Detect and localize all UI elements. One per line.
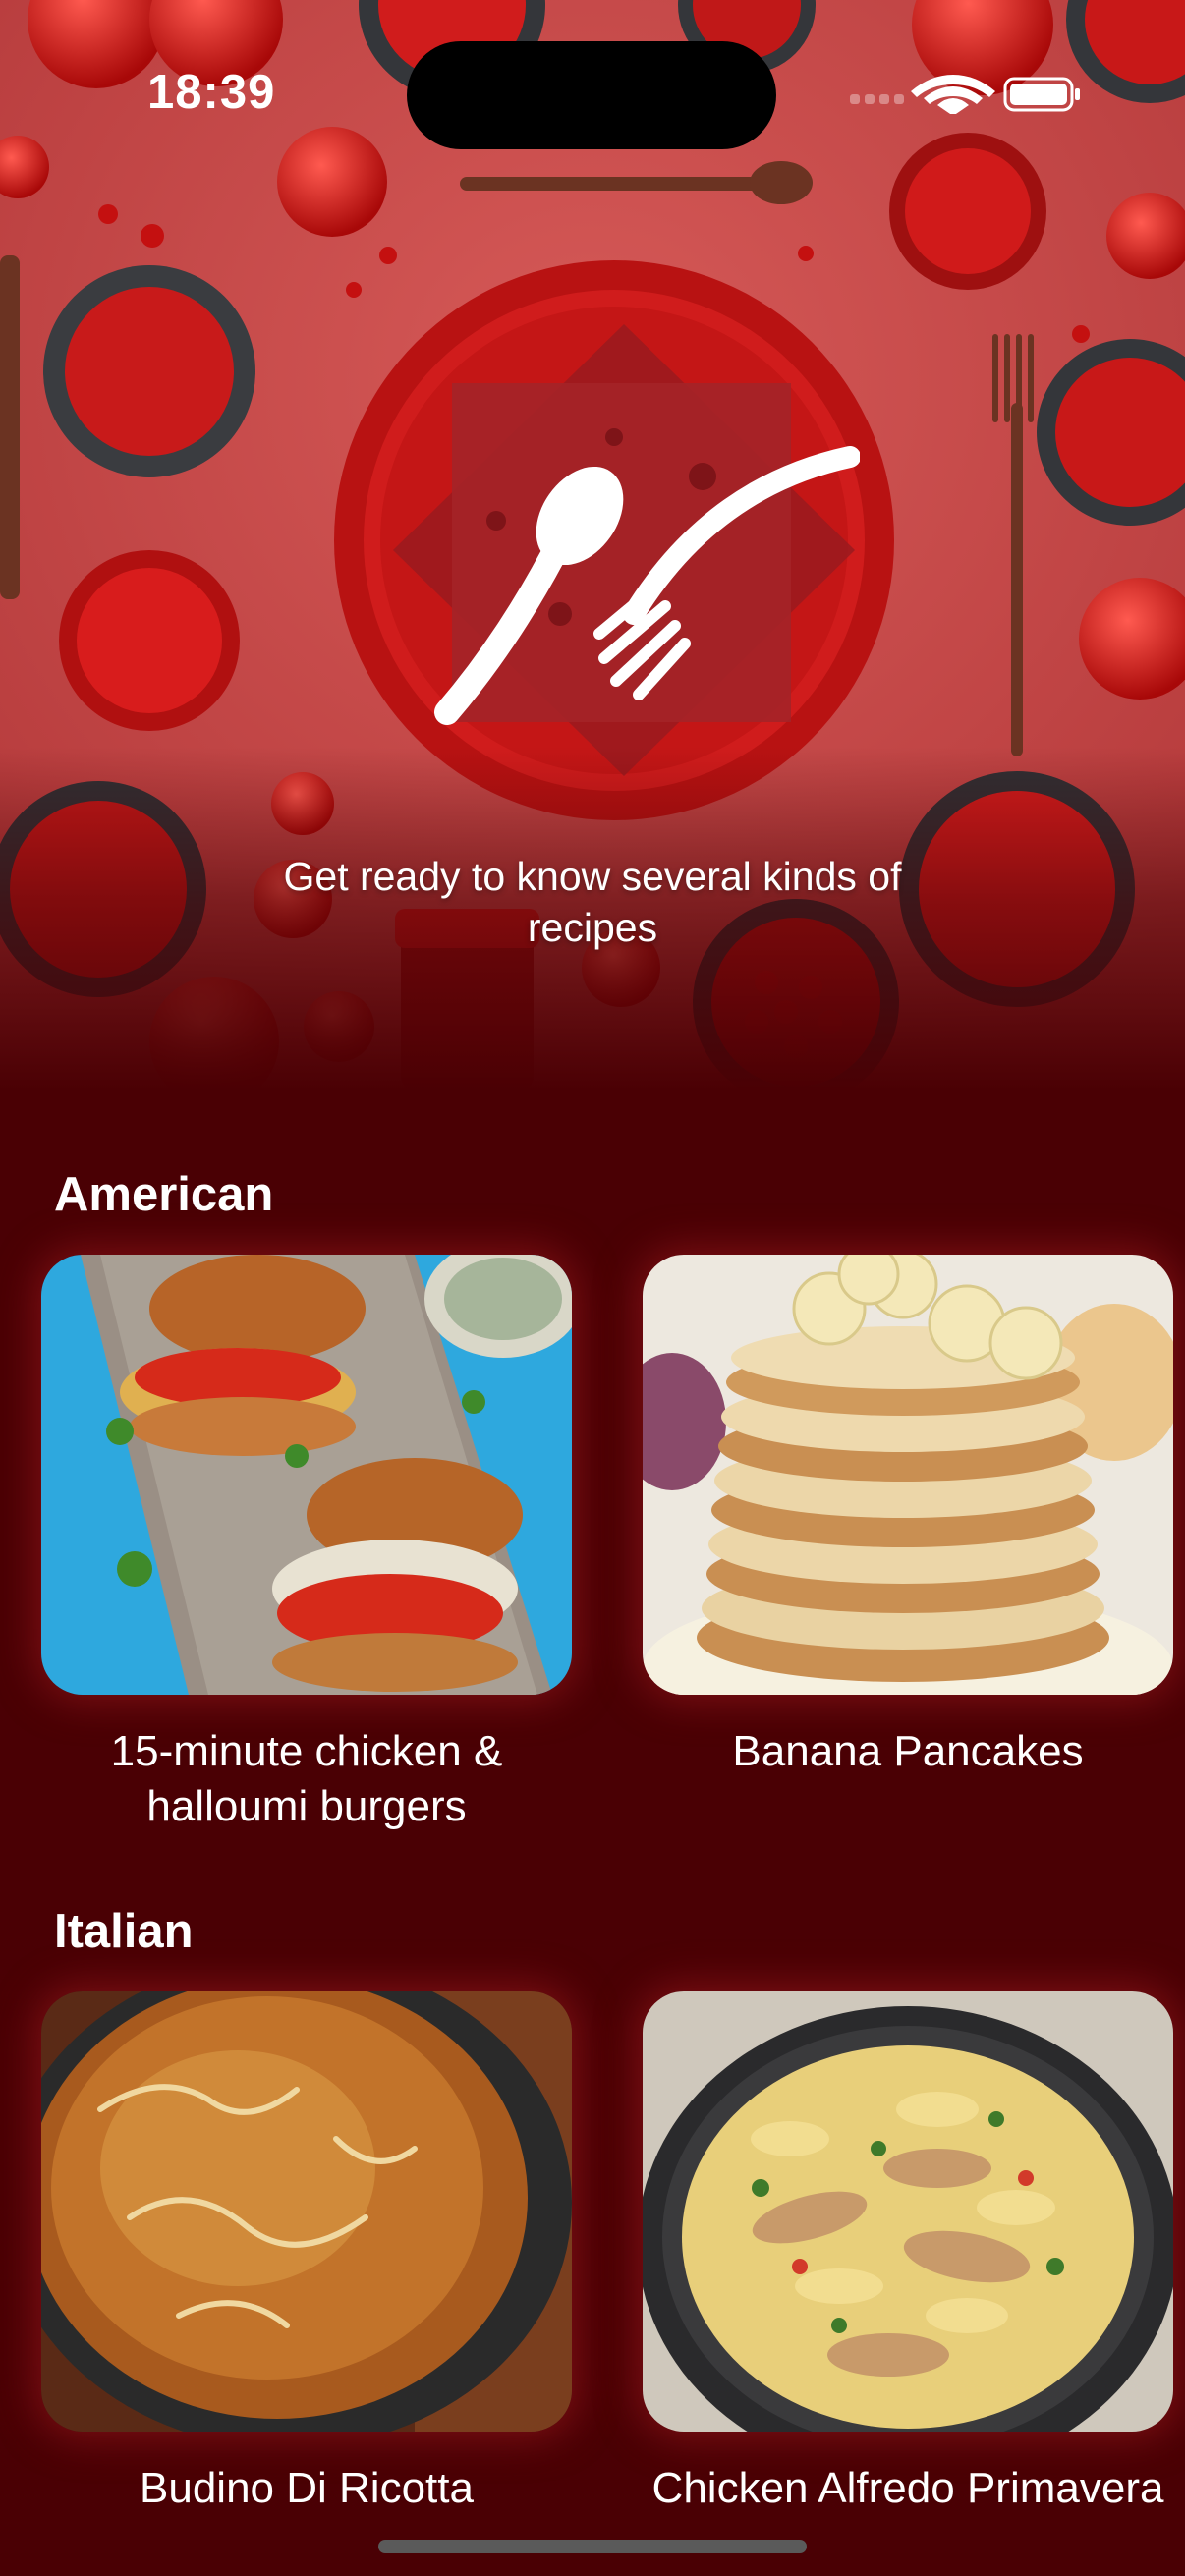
home-screen: Get ready to know several kinds of recip…: [0, 0, 1185, 2576]
recipe-title[interactable]: Chicken Alfredo Primavera: [643, 2461, 1173, 2516]
status-icons: [850, 75, 1080, 114]
home-indicator[interactable]: [378, 2540, 807, 2553]
section-title-american: American: [54, 1168, 274, 1221]
banana-pancakes-photo: [643, 1255, 1173, 1695]
chicken-burgers-photo: [41, 1255, 572, 1695]
spoon-fork-icon: [393, 324, 860, 776]
dynamic-island: [407, 41, 776, 149]
battery-icon: [1003, 77, 1080, 112]
status-time: 18:39: [147, 66, 276, 119]
recipe-card-chicken-alfredo[interactable]: [643, 1991, 1173, 2432]
recipe-title[interactable]: Budino Di Ricotta: [41, 2461, 572, 2516]
recipe-card-banana-pancakes[interactable]: [643, 1255, 1173, 1695]
chicken-alfredo-photo: [643, 1991, 1173, 2432]
ricotta-cake-photo: [41, 1991, 572, 2432]
wifi-icon: [911, 75, 995, 114]
hero-tagline: Get ready to know several kinds of recip…: [283, 854, 902, 950]
recipe-title[interactable]: Banana Pancakes: [643, 1724, 1173, 1779]
recipe-card-chicken-burgers[interactable]: [41, 1255, 572, 1695]
recipe-title[interactable]: 15-minute chicken & halloumi burgers: [41, 1724, 572, 1834]
recipe-card-ricotta[interactable]: [41, 1991, 572, 2432]
section-title-italian: Italian: [54, 1905, 194, 1958]
signal-icon: [850, 94, 904, 104]
hero-banner: Get ready to know several kinds of recip…: [0, 0, 1185, 1091]
